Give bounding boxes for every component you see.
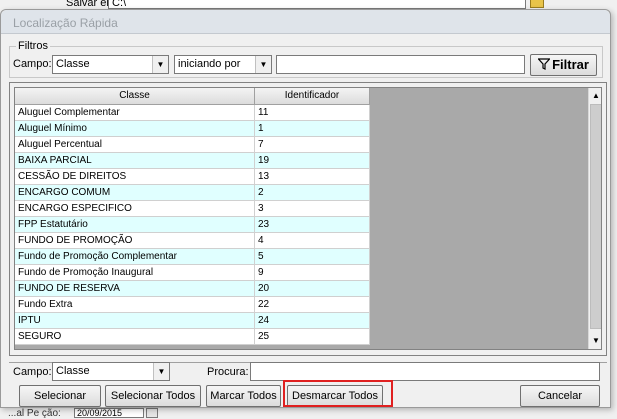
filter-operator-select[interactable]: iniciando por ▼ xyxy=(174,55,272,74)
background-date-dropdown[interactable] xyxy=(146,408,158,418)
cell-identificador[interactable]: 11 xyxy=(255,105,370,121)
table-row[interactable]: Aluguel Mínimo 1 xyxy=(15,121,370,137)
select-button-label: Selecionar xyxy=(34,390,86,402)
mark-all-button-label: Marcar Todos xyxy=(210,390,277,402)
scroll-down-icon[interactable]: ▼ xyxy=(589,333,601,348)
filter-button[interactable]: Filtrar xyxy=(530,54,597,76)
table-row[interactable]: FPP Estatutário 23 xyxy=(15,217,370,233)
table-row[interactable]: SEGURO 25 xyxy=(15,329,370,345)
bottom-field-label: Campo: xyxy=(13,366,52,378)
table-row[interactable]: FUNDO DE RESERVA 20 xyxy=(15,281,370,297)
grid-rows: Aluguel Complementar 11 Aluguel Mínimo 1 Alu… xyxy=(15,105,370,345)
table-row[interactable]: Fundo de Promoção Complementar 5 xyxy=(15,249,370,265)
table-row[interactable]: Fundo Extra 22 xyxy=(15,297,370,313)
table-row[interactable]: CESSÃO DE DIREITOS 13 xyxy=(15,169,370,185)
scrollbar-thumb[interactable] xyxy=(590,104,601,329)
cell-identificador[interactable]: 20 xyxy=(255,281,370,297)
scroll-up-icon[interactable]: ▲ xyxy=(589,88,601,103)
table-row[interactable]: ENCARGO ESPECIFICO 3 xyxy=(15,201,370,217)
filter-field-value: Classe xyxy=(56,58,90,70)
column-header-classe[interactable]: Classe xyxy=(15,88,255,105)
cell-identificador[interactable]: 19 xyxy=(255,153,370,169)
cell-identificador[interactable]: 25 xyxy=(255,329,370,345)
filter-operator-value: iniciando por xyxy=(178,58,241,70)
highlight-box xyxy=(283,380,393,407)
table-row[interactable]: BAIXA PARCIAL 19 xyxy=(15,153,370,169)
search-label: Procura: xyxy=(207,366,249,378)
filters-legend: Filtros xyxy=(18,40,48,52)
cell-identificador[interactable]: 5 xyxy=(255,249,370,265)
cell-identificador[interactable]: 2 xyxy=(255,185,370,201)
cell-classe[interactable]: ENCARGO COMUM xyxy=(15,185,255,201)
cell-classe[interactable]: BAIXA PARCIAL xyxy=(15,153,255,169)
cancel-button[interactable]: Cancelar xyxy=(520,385,600,407)
cell-classe[interactable]: Fundo de Promoção Complementar xyxy=(15,249,255,265)
dialog-titlebar[interactable]: Localização Rápida xyxy=(1,10,610,34)
save-path-field[interactable]: C:\ xyxy=(108,0,526,9)
cell-classe[interactable]: Aluguel Complementar xyxy=(15,105,255,121)
table-row[interactable]: Aluguel Percentual 7 xyxy=(15,137,370,153)
background-window-bottom: ...al Pe ção: 20/09/2015 xyxy=(0,408,617,419)
bottom-field-value: Classe xyxy=(56,365,90,377)
filter-field-select[interactable]: Classe ▼ xyxy=(52,55,169,74)
bottom-field-select[interactable]: Classe ▼ xyxy=(52,362,170,381)
cell-identificador[interactable]: 9 xyxy=(255,265,370,281)
cell-classe[interactable]: FUNDO DE RESERVA xyxy=(15,281,255,297)
folder-icon[interactable] xyxy=(530,0,544,8)
background-bottom-label: ...al Pe ção: xyxy=(8,408,61,419)
cell-identificador[interactable]: 7 xyxy=(255,137,370,153)
cell-identificador[interactable]: 3 xyxy=(255,201,370,217)
filter-search-input[interactable] xyxy=(276,55,525,74)
cell-identificador[interactable]: 1 xyxy=(255,121,370,137)
select-button[interactable]: Selecionar xyxy=(19,385,101,407)
column-header-identificador[interactable]: Identificador xyxy=(255,88,370,105)
chevron-down-icon[interactable]: ▼ xyxy=(153,363,169,380)
cell-classe[interactable]: FPP Estatutário xyxy=(15,217,255,233)
filter-field-label: Campo: xyxy=(13,58,52,70)
background-date-field[interactable]: 20/09/2015 xyxy=(74,408,144,418)
cell-identificador[interactable]: 23 xyxy=(255,217,370,233)
cell-identificador[interactable]: 24 xyxy=(255,313,370,329)
cell-classe[interactable]: FUNDO DE PROMOÇÃO xyxy=(15,233,255,249)
quick-search-dialog: Localização Rápida Filtros Campo: Classe… xyxy=(0,9,611,408)
vertical-scrollbar[interactable]: ▲ ▼ xyxy=(588,88,601,349)
cell-classe[interactable]: ENCARGO ESPECIFICO xyxy=(15,201,255,217)
cell-classe[interactable]: Fundo Extra xyxy=(15,297,255,313)
chevron-down-icon[interactable]: ▼ xyxy=(255,56,271,73)
cell-classe[interactable]: IPTU xyxy=(15,313,255,329)
filter-button-label: Filtrar xyxy=(552,57,589,72)
select-all-button[interactable]: Selecionar Todos xyxy=(105,385,201,407)
cell-classe[interactable]: Aluguel Mínimo xyxy=(15,121,255,137)
search-input[interactable] xyxy=(250,362,600,381)
funnel-icon xyxy=(538,58,551,70)
table-row[interactable]: IPTU 24 xyxy=(15,313,370,329)
cell-classe[interactable]: CESSÃO DE DIREITOS xyxy=(15,169,255,185)
select-all-button-label: Selecionar Todos xyxy=(110,390,196,402)
cell-classe[interactable]: Fundo de Promoção Inaugural xyxy=(15,265,255,281)
table-row[interactable]: ENCARGO COMUM 2 xyxy=(15,185,370,201)
table-row[interactable]: Aluguel Complementar 11 xyxy=(15,105,370,121)
cell-identificador[interactable]: 4 xyxy=(255,233,370,249)
cell-identificador[interactable]: 22 xyxy=(255,297,370,313)
cell-identificador[interactable]: 13 xyxy=(255,169,370,185)
dialog-title: Localização Rápida xyxy=(13,16,118,30)
results-grid-frame: Classe Identificador Aluguel Complementa… xyxy=(9,82,607,356)
table-row[interactable]: FUNDO DE PROMOÇÃO 4 xyxy=(15,233,370,249)
table-row[interactable]: Fundo de Promoção Inaugural 9 xyxy=(15,265,370,281)
cell-classe[interactable]: Aluguel Percentual xyxy=(15,137,255,153)
results-grid[interactable]: Classe Identificador Aluguel Complementa… xyxy=(14,87,602,350)
chevron-down-icon[interactable]: ▼ xyxy=(152,56,168,73)
cell-classe[interactable]: SEGURO xyxy=(15,329,255,345)
mark-all-button[interactable]: Marcar Todos xyxy=(206,385,281,407)
cancel-button-label: Cancelar xyxy=(537,390,583,402)
background-window-top: Salvar em: C:\ xyxy=(0,0,617,9)
